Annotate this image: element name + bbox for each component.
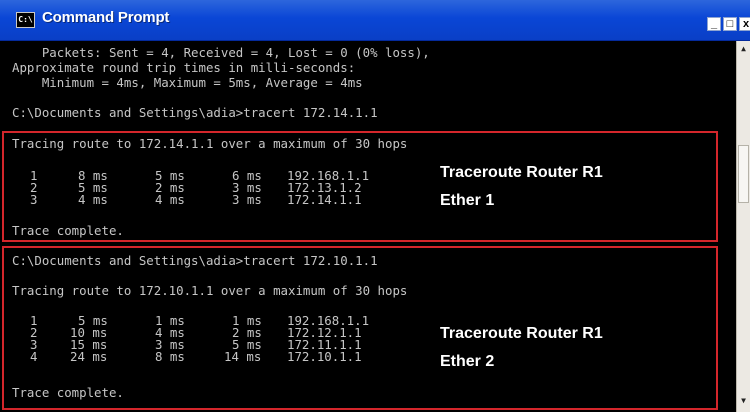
cmd-app-icon[interactable]: C:\	[16, 12, 35, 28]
trace1-annotation-title: Traceroute Router R1	[440, 164, 603, 181]
console-output[interactable]: Packets: Sent = 4, Received = 4, Lost = …	[0, 41, 736, 412]
tracert1-command-line: C:\Documents and Settings\adia>tracert 1…	[12, 105, 378, 120]
hop-time-1: 24 ms	[70, 349, 108, 364]
tracert2-command-line: C:\Documents and Settings\adia>tracert 1…	[12, 253, 378, 268]
rtt-values-line: Minimum = 4ms, Maximum = 5ms, Average = …	[12, 75, 363, 90]
hop-number: 3	[30, 192, 38, 207]
trace1-annotation-sub: Ether 1	[440, 192, 495, 209]
ping-stats-line: Packets: Sent = 4, Received = 4, Lost = …	[12, 45, 430, 60]
hop-time-3: 3 ms	[232, 192, 262, 207]
hop-time-2: 4 ms	[155, 192, 185, 207]
scrollbar-thumb[interactable]	[738, 145, 749, 203]
tracert2-header-line: Tracing route to 172.10.1.1 over a maxim…	[12, 283, 408, 298]
title-bar[interactable]: C:\ Command Prompt _ □ x	[0, 0, 750, 41]
trace2-complete-line: Trace complete.	[12, 385, 124, 400]
hop-number: 4	[30, 349, 38, 364]
trace2-annotation-title: Traceroute Router R1	[440, 325, 603, 342]
minimize-button[interactable]: _	[707, 17, 721, 31]
hop-time-1: 4 ms	[78, 192, 108, 207]
hop-ip: 172.10.1.1	[287, 349, 362, 364]
close-button[interactable]: x	[739, 17, 750, 31]
vertical-scrollbar[interactable]: ▲ ▼	[736, 41, 750, 412]
hop-time-2: 8 ms	[155, 349, 185, 364]
command-prompt-window: C:\ Command Prompt _ □ x Packets: Sent =…	[0, 0, 750, 412]
tracert1-header-line: Tracing route to 172.14.1.1 over a maxim…	[12, 136, 408, 151]
trace1-complete-line: Trace complete.	[12, 223, 124, 238]
hop-time-3: 14 ms	[224, 349, 262, 364]
scroll-down-arrow-icon[interactable]: ▼	[737, 393, 750, 409]
window-title: Command Prompt	[42, 9, 170, 26]
scroll-up-arrow-icon[interactable]: ▲	[737, 41, 750, 57]
maximize-button[interactable]: □	[723, 17, 737, 31]
rtt-heading-line: Approximate round trip times in milli-se…	[12, 60, 356, 75]
hop-ip: 172.14.1.1	[287, 192, 362, 207]
trace2-annotation-sub: Ether 2	[440, 353, 495, 370]
